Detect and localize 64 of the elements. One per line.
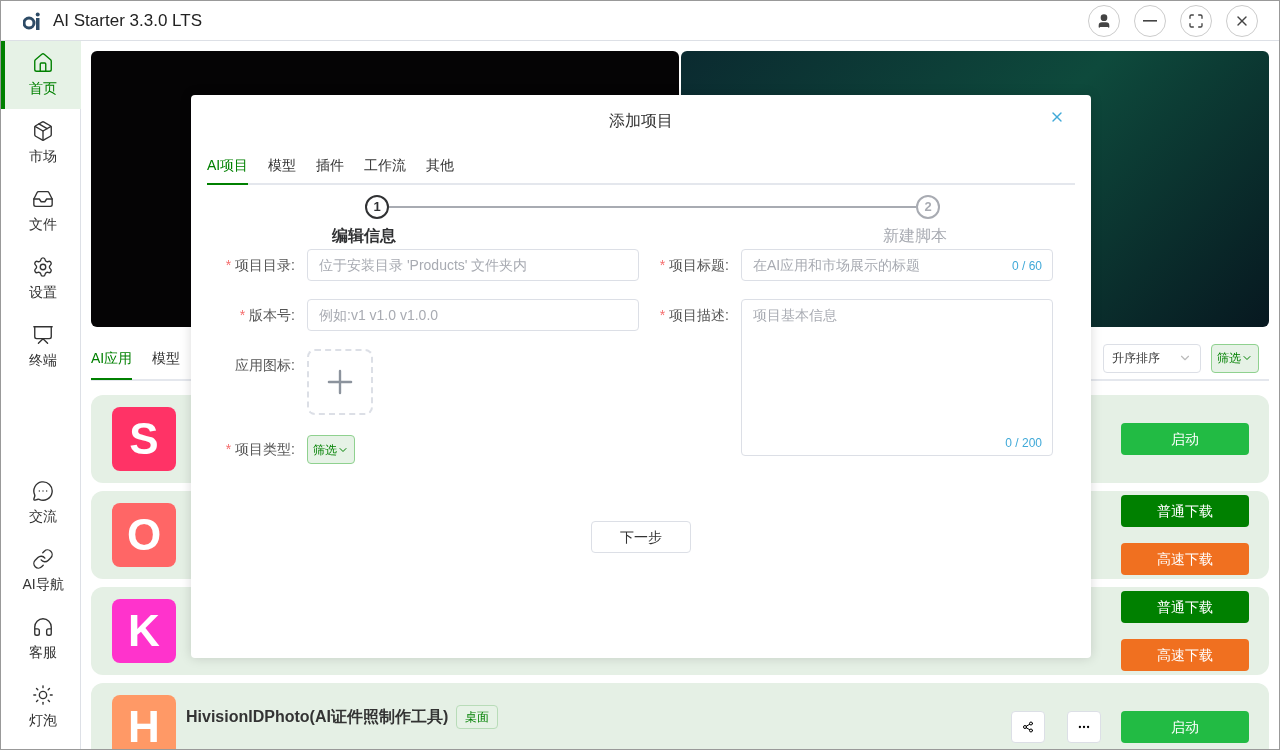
char-counter: 0 / 200	[1005, 435, 1042, 452]
app-avatar: H	[112, 695, 176, 749]
content-tab[interactable]: 模型	[152, 338, 181, 380]
sidebar-item[interactable]: 市场	[1, 109, 81, 177]
app-avatar: O	[112, 503, 176, 567]
app-title: HivisionIDPhoto(AI证件照制作工具)	[186, 707, 449, 727]
required-asterisk: *	[225, 255, 232, 275]
field-label: 项目描述:	[669, 305, 729, 325]
input-field[interactable]: 例如:v1 v1.0 v1.0.0	[307, 299, 639, 331]
minimize-icon	[1143, 19, 1157, 22]
field-label: 版本号:	[249, 305, 295, 325]
required-asterisk: *	[659, 305, 666, 325]
sidebar-item[interactable]: 交流	[1, 469, 81, 537]
sun-icon	[32, 683, 54, 706]
app-avatar: S	[112, 407, 176, 471]
link-icon	[32, 547, 54, 570]
app-tag: 桌面	[456, 705, 499, 729]
required-asterisk: *	[659, 255, 666, 275]
field-label: 应用图标:	[235, 355, 295, 375]
sidebar-item[interactable]: 灯泡	[1, 673, 81, 741]
sidebar-item[interactable]: 文件	[1, 177, 81, 245]
dialog-tab[interactable]: 其他	[426, 147, 455, 185]
type-filter-button[interactable]: 筛选	[307, 435, 355, 464]
sidebar-item[interactable]: 首页	[1, 41, 81, 109]
dialog-tab[interactable]: 工作流	[364, 147, 407, 185]
content-tab[interactable]: AI应用	[91, 338, 133, 380]
step-label: 新建脚本	[883, 226, 947, 246]
input-field[interactable]: 位于安装目录 'Products' 文件夹内	[307, 249, 639, 281]
dialog-title: 添加项目	[609, 111, 673, 131]
sidebar-item[interactable]: 设置	[1, 245, 81, 313]
field-label: 项目目录:	[235, 255, 295, 275]
sort-select[interactable]: 升序排序	[1103, 343, 1201, 373]
sidebar-item[interactable]: 客服	[1, 605, 81, 673]
field-label: 项目类型:	[235, 439, 295, 459]
home-icon	[32, 51, 54, 74]
app-logo-icon	[23, 11, 41, 30]
sidebar-item[interactable]: AI导航	[1, 537, 81, 605]
dialog-tab[interactable]: AI项目	[207, 147, 249, 185]
icon-upload-box[interactable]	[307, 349, 373, 415]
user-icon	[1096, 12, 1112, 29]
dialog-tab[interactable]: 模型	[268, 147, 297, 185]
easel-icon	[32, 323, 54, 346]
field-label: 项目标题:	[669, 255, 729, 275]
fullscreen-icon	[1188, 12, 1204, 29]
step-label: 编辑信息	[332, 226, 396, 246]
char-counter: 0 / 60	[1011, 258, 1042, 275]
headset-icon	[32, 615, 54, 638]
window-title: AI Starter 3.3.0 LTS	[53, 9, 202, 32]
step-number: 1	[365, 195, 389, 219]
app-action-button[interactable]: 普通下载	[1121, 495, 1249, 527]
step-number: 2	[916, 195, 940, 219]
sidebar-item[interactable]: 终端	[1, 313, 81, 381]
chat-bubble-icon	[32, 479, 54, 502]
filter-button[interactable]: 筛选	[1211, 343, 1259, 373]
box-icon	[32, 119, 54, 142]
app-avatar: K	[112, 599, 176, 663]
required-asterisk: *	[225, 439, 232, 459]
share-icon	[1022, 721, 1034, 733]
settings-icon	[32, 255, 54, 278]
next-step-button[interactable]: 下一步	[591, 521, 691, 553]
required-asterisk: *	[239, 305, 246, 325]
app-action-button[interactable]: 普通下载	[1121, 591, 1249, 623]
share-button[interactable]	[1011, 711, 1045, 743]
dialog-tab[interactable]: 插件	[316, 147, 345, 185]
